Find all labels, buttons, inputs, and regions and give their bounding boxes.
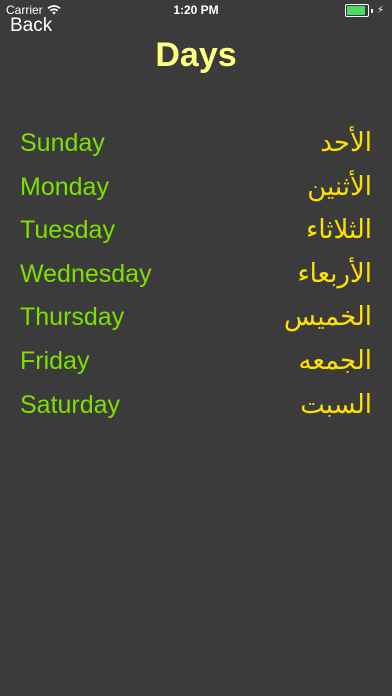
- day-row-thursday[interactable]: Thursday الخميس: [20, 296, 372, 340]
- day-arabic-label: الأثنين: [307, 171, 372, 202]
- day-arabic-label: السبت: [300, 389, 372, 420]
- back-button[interactable]: Back: [10, 15, 52, 37]
- day-english-label: Thursday: [20, 303, 125, 332]
- day-english-label: Wednesday: [20, 259, 152, 288]
- day-english-label: Friday: [20, 346, 90, 375]
- day-arabic-label: الخميس: [284, 302, 372, 333]
- status-time: 1:20 PM: [173, 3, 219, 17]
- day-arabic-label: الأحد: [320, 128, 372, 158]
- day-row-monday[interactable]: Monday الأثنين: [20, 166, 372, 210]
- bolt-icon: ⚡: [376, 5, 384, 16]
- day-arabic-label: الجمعه: [298, 345, 372, 376]
- status-bar: Carrier 1:20 PM ⚡: [0, 0, 392, 20]
- day-english-label: Sunday: [20, 129, 105, 157]
- day-row-wednesday[interactable]: Wednesday الأربعاء: [20, 253, 372, 297]
- page-title: Days: [155, 36, 237, 74]
- battery-fill: [346, 6, 365, 15]
- battery-body: [344, 4, 369, 17]
- day-english-label: Tuesday: [20, 216, 115, 245]
- day-english-label: Monday: [20, 172, 109, 201]
- day-row-saturday[interactable]: Saturday السبت: [20, 384, 372, 428]
- day-row-sunday[interactable]: Sunday الأحد: [20, 122, 372, 166]
- battery-tip: [370, 8, 373, 13]
- battery-icon: ⚡: [344, 4, 384, 17]
- day-row-friday[interactable]: Friday الجمعه: [20, 340, 372, 384]
- day-arabic-label: الأربعاء: [297, 258, 372, 289]
- day-arabic-label: الثلاثاء: [306, 215, 372, 246]
- day-row-tuesday[interactable]: Tuesday الثلاثاء: [20, 209, 372, 253]
- day-list: Sunday الأحد Monday الأثنين Tuesday الثل…: [20, 122, 372, 427]
- day-english-label: Saturday: [20, 390, 121, 419]
